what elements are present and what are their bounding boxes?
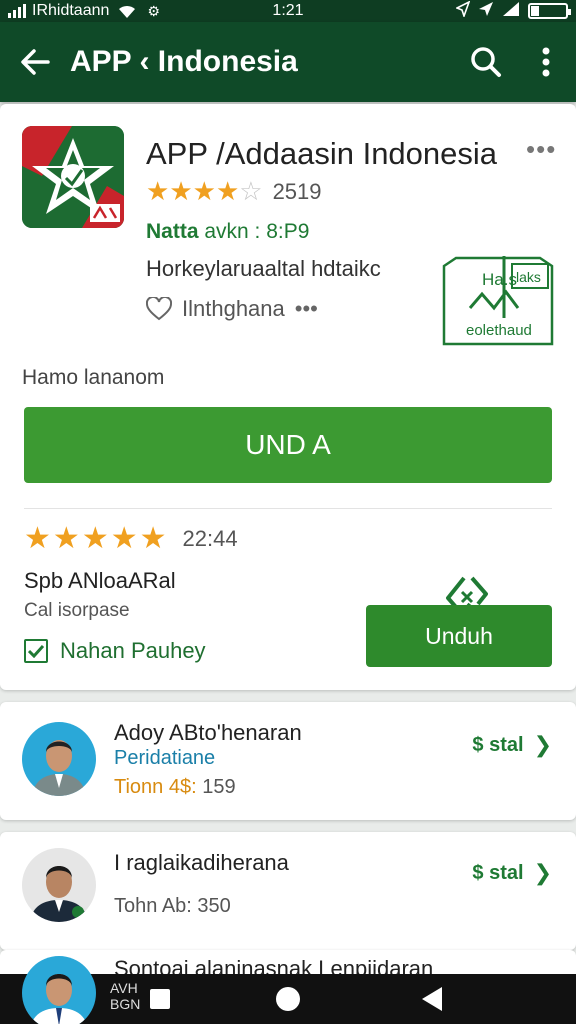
star-filled-icon: ★ [139,522,167,555]
more-dots-icon[interactable]: ••• [295,296,318,322]
app-rating: ★★★★☆ 2519 [146,178,322,205]
star-filled-icon: ★ [81,522,109,555]
publisher-name: Spb ANloaARal [24,568,176,593]
app-logo[interactable] [22,126,124,228]
wishlist-label: Ilnthghana [182,296,285,321]
price-link[interactable]: $ stal ❯ [472,860,552,886]
recents-button[interactable] [130,974,190,1024]
rating-stars: ★★★★★ [24,524,169,554]
price-label: $ stal [472,861,524,884]
divider [24,508,552,509]
developer-label: Natta [146,220,199,243]
star-filled-icon: ★ [24,522,51,555]
rating-count: 2519 [272,178,322,204]
list-item[interactable]: Adoy ABto'henaran Peridatiane Tionn 4$: … [0,702,576,820]
star-filled-icon: ★ [52,522,80,555]
avatar [22,956,96,1024]
app-description: Horkeylaruaaltal hdtaikc [146,256,381,281]
item-category: Peridatiane [114,747,216,769]
checkbox[interactable] [24,639,48,663]
certification-badge: Ha.s laks eolethaud [442,256,554,346]
overflow-menu-button[interactable] [516,22,576,102]
back-button[interactable] [0,22,70,102]
more-options-icon[interactable]: ••• [526,134,556,165]
triangle-back-icon [422,987,442,1011]
badge-bottom-text: eolethaud [466,322,532,339]
back-nav-button[interactable] [402,974,462,1024]
search-button[interactable] [456,22,516,102]
status-bar: IRhidtaann ⚙ 1:21 [0,0,576,22]
item-meta-value: 159 [202,776,236,798]
avatar [22,848,96,922]
page-title: APP ‹ Indonesia [70,45,298,78]
price-link[interactable]: $ stal ❯ [472,732,552,758]
heart-icon [146,297,172,321]
section-label: Hamo lananom [22,366,165,389]
star-filled-icon: ★ [192,176,216,206]
app-name: APP /Addaasin Indonesia [146,136,498,171]
item-name: Adoy ABto'henaran [114,720,302,745]
star-filled-icon: ★ [146,176,170,206]
badge-tag-text: laks [516,269,541,285]
item-meta-label: Tionn 4$: [114,776,197,798]
list-item[interactable]: I raglaikadiherana Tohn Ab: 350 $ stal ❯ [0,832,576,950]
more-vert-icon [542,47,550,77]
item-meta: Tohn Ab: 350 [114,895,231,918]
install-button[interactable]: UND A [24,407,552,483]
home-button[interactable] [258,974,318,1024]
square-icon [150,989,170,1009]
star-filled-icon: ★ [169,176,193,206]
battery-icon [528,3,571,19]
app-bar: APP ‹ Indonesia [0,22,576,102]
download-button[interactable]: Unduh [366,605,552,667]
publisher-rating: ★★★★★ 22:44 [24,524,238,554]
publisher-rating-text: 22:44 [182,526,238,551]
developer-info: Natta avkn : 8:P9 [146,220,309,244]
circle-icon [276,987,300,1011]
checkbox-label: Nahan Pauhey [60,638,206,663]
system-nav-bar: AVH BGN [0,956,576,1024]
badge-top-text: Ha.s [482,270,517,289]
search-icon [471,47,501,77]
back-arrow-icon [21,49,50,75]
publisher-subtitle: Cal isorpase [24,600,130,621]
item-meta: Tionn 4$: 159 [114,776,236,799]
avatar [22,722,96,796]
rating-stars: ★★★★☆ [146,178,263,205]
item-meta-label: Tohn Ab: [114,895,192,917]
star-empty-icon: ☆ [239,176,263,206]
developer-detail: avkn : 8:P9 [204,220,310,243]
wishlist-row[interactable]: Ilnthghana ••• [146,296,318,322]
app-detail-card: APP /Addaasin Indonesia ••• ★★★★☆ 2519 N… [0,104,576,690]
star-filled-icon: ★ [110,522,138,555]
agreement-checkbox[interactable]: Nahan Pauhey [24,638,206,664]
chevron-right-icon: ❯ [533,860,552,885]
chevron-right-icon: ❯ [533,732,552,757]
item-name: I raglaikadiherana [114,850,289,875]
price-label: $ stal [472,733,524,756]
item-meta-value: 350 [197,895,231,917]
clock: 1:21 [272,2,304,19]
checkmark-icon [28,644,44,658]
star-filled-icon: ★ [215,176,240,206]
